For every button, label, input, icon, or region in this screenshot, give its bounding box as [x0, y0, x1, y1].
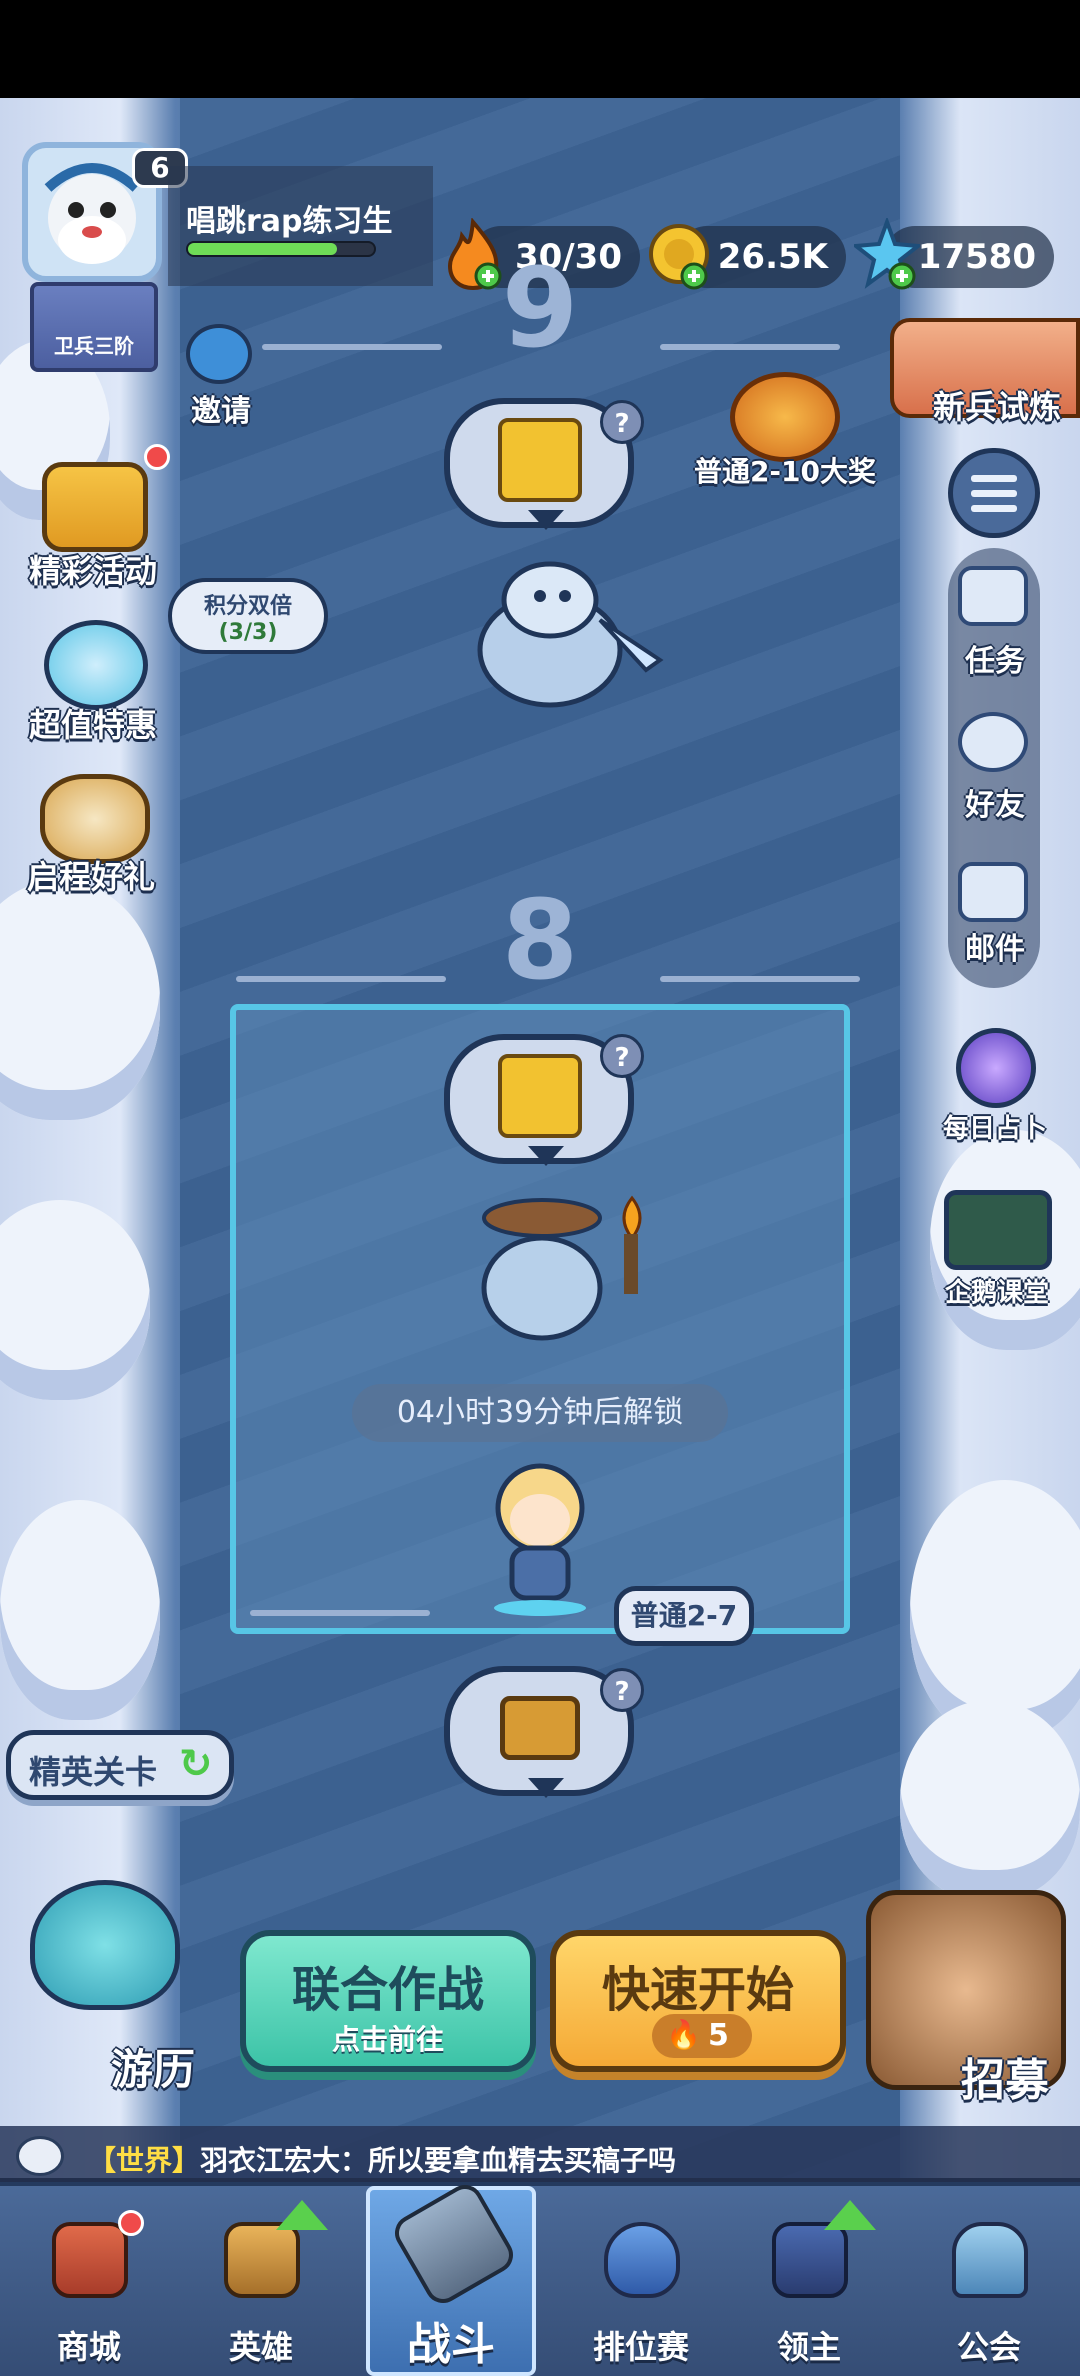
player-name: 唱跳rap练习生 — [186, 204, 393, 239]
nav-ranked-label: 排位赛 — [592, 2328, 689, 2366]
trial-label[interactable]: 新兵试炼 — [902, 382, 1080, 428]
bandit-enemy[interactable] — [452, 1178, 672, 1348]
travel-balloon-icon[interactable] — [30, 1880, 180, 2010]
nav-shop[interactable]: 商城 — [14, 2182, 164, 2376]
nav-battle-label: 战斗 — [407, 2319, 495, 2370]
invite-penguin-icon[interactable] — [186, 324, 252, 384]
nav-heroes[interactable]: 英雄 — [186, 2182, 336, 2376]
travel-label[interactable]: 游历 — [58, 2036, 248, 2097]
classroom-penguin-icon[interactable] — [944, 1190, 1052, 1270]
gold-coin-icon — [646, 218, 712, 292]
nav-lord-label: 领主 — [776, 2328, 841, 2366]
recruit-label[interactable]: 招募 — [910, 2044, 1080, 2108]
snow-tree — [0, 1500, 160, 1720]
divination-crystal-ball-icon[interactable] — [956, 1028, 1036, 1108]
nav-lord[interactable]: 领主 — [734, 2182, 884, 2376]
yeti-boss-enemy[interactable] — [450, 540, 670, 720]
stamina-flame-icon: 🔥 — [666, 2018, 701, 2051]
quick-start-cost: 5 — [708, 2018, 729, 2053]
grand-prize-icon[interactable] — [730, 372, 840, 462]
nav-shop-label: 商城 — [56, 2328, 121, 2366]
ranked-shield-icon — [604, 2222, 680, 2298]
xp-bar-fill — [188, 243, 337, 255]
hero-card-icon — [224, 2222, 300, 2298]
co-op-battle-button[interactable]: 联合作战 点击前往 — [240, 1930, 536, 2072]
stage-divider — [262, 344, 442, 350]
starter-gift-bird-icon[interactable] — [40, 774, 150, 864]
guild-tower-icon — [952, 2222, 1028, 2298]
stage-divider — [236, 976, 446, 982]
game-screen: { "player": {"level": "6", "name": "唱跳ra… — [0, 0, 1080, 2376]
double-points-title: 积分双倍 — [203, 594, 292, 619]
grand-prize-label: 普通2-10大奖 — [693, 455, 877, 488]
stage-divider — [660, 976, 860, 982]
chat-text: 羽衣江宏大：所以要拿血精去买稿子吗 — [200, 2144, 677, 2177]
events-chest-icon[interactable] — [42, 462, 148, 552]
co-op-subtitle: 点击前往 — [331, 2023, 444, 2056]
key-reward-icon — [498, 1054, 582, 1138]
elite-stages-label: 精英关卡 — [29, 1753, 158, 1791]
current-stage-tag: 普通2-7 — [614, 1586, 754, 1646]
upgrade-arrow-icon — [824, 2200, 876, 2230]
xp-bar — [186, 241, 376, 257]
nav-guild-label: 公会 — [956, 2328, 1021, 2366]
stage-divider — [250, 1610, 430, 1616]
rank-badge[interactable]: 卫兵三阶 — [30, 282, 158, 372]
upgrade-arrow-icon — [276, 2200, 328, 2230]
double-points-badge[interactable]: 积分双倍 (3/3) — [168, 578, 328, 654]
status-bar — [0, 0, 1080, 98]
nav-battle[interactable]: 战斗 — [376, 2178, 526, 2376]
chat-message[interactable]: 【世界】羽衣江宏大：所以要拿血精去买稿子吗 — [88, 2139, 676, 2179]
deals-clock-icon[interactable] — [44, 620, 148, 710]
tasks-clipboard-icon[interactable] — [958, 566, 1028, 626]
stage-divider — [660, 344, 840, 350]
events-label[interactable]: 精彩活动 — [0, 546, 188, 592]
quick-start-cost-pill: 🔥 5 — [652, 2014, 752, 2058]
help-icon[interactable]: ? — [600, 400, 644, 444]
crossed-weapons-icon — [388, 2178, 520, 2310]
quick-start-title: 快速开始 — [601, 1962, 794, 2018]
gem-value: 17580 — [917, 237, 1036, 277]
mail-label[interactable]: 邮件 — [942, 924, 1048, 968]
key-reward-icon — [498, 418, 582, 502]
friends-label[interactable]: 好友 — [942, 780, 1048, 824]
help-icon[interactable]: ? — [600, 1668, 644, 1712]
help-icon[interactable]: ? — [600, 1034, 644, 1078]
co-op-title: 联合作战 — [291, 1962, 484, 2018]
quick-start-button[interactable]: 快速开始 🔥 5 — [550, 1930, 846, 2072]
unlock-timer: 04小时39分钟后解锁 — [352, 1384, 728, 1442]
tasks-label[interactable]: 任务 — [942, 636, 1048, 680]
starter-gift-label[interactable]: 启程好礼 — [0, 852, 186, 898]
refresh-icon: ↻ — [179, 1741, 213, 1787]
lord-banner-icon — [772, 2222, 848, 2298]
rank-label: 卫兵三阶 — [54, 334, 134, 358]
stage-number-upper: 9 — [501, 244, 579, 372]
treasure-chest-icon — [500, 1696, 580, 1760]
invite-label[interactable]: 邀请 — [126, 386, 316, 430]
divination-label[interactable]: 每日占卜 — [900, 1108, 1080, 1145]
snow-tree — [900, 1700, 1080, 1900]
elite-stages-button[interactable]: 精英关卡 ↻ — [6, 1730, 234, 1800]
mail-envelope-icon[interactable] — [958, 862, 1028, 922]
shop-notification-dot — [118, 2210, 144, 2236]
nav-heroes-label: 英雄 — [228, 2328, 293, 2366]
menu-hamburger-icon[interactable] — [948, 448, 1040, 538]
events-notification-dot — [144, 444, 170, 470]
deals-label[interactable]: 超值特惠 — [0, 700, 188, 746]
classroom-label[interactable]: 企鹅课堂 — [902, 1272, 1080, 1309]
chat-bubble-icon[interactable] — [16, 2136, 64, 2176]
double-points-count: (3/3) — [218, 620, 278, 645]
hero-character[interactable] — [478, 1448, 602, 1618]
nav-ranked[interactable]: 排位赛 — [566, 2182, 716, 2376]
nav-guild[interactable]: 公会 — [914, 2182, 1064, 2376]
stage-number-current: 8 — [501, 876, 579, 1004]
chat-channel: 【世界】 — [88, 2144, 201, 2177]
gem-star-icon — [850, 216, 924, 292]
friends-icon[interactable] — [958, 712, 1028, 772]
shop-stall-icon — [52, 2222, 128, 2298]
gold-value: 26.5K — [717, 237, 828, 277]
